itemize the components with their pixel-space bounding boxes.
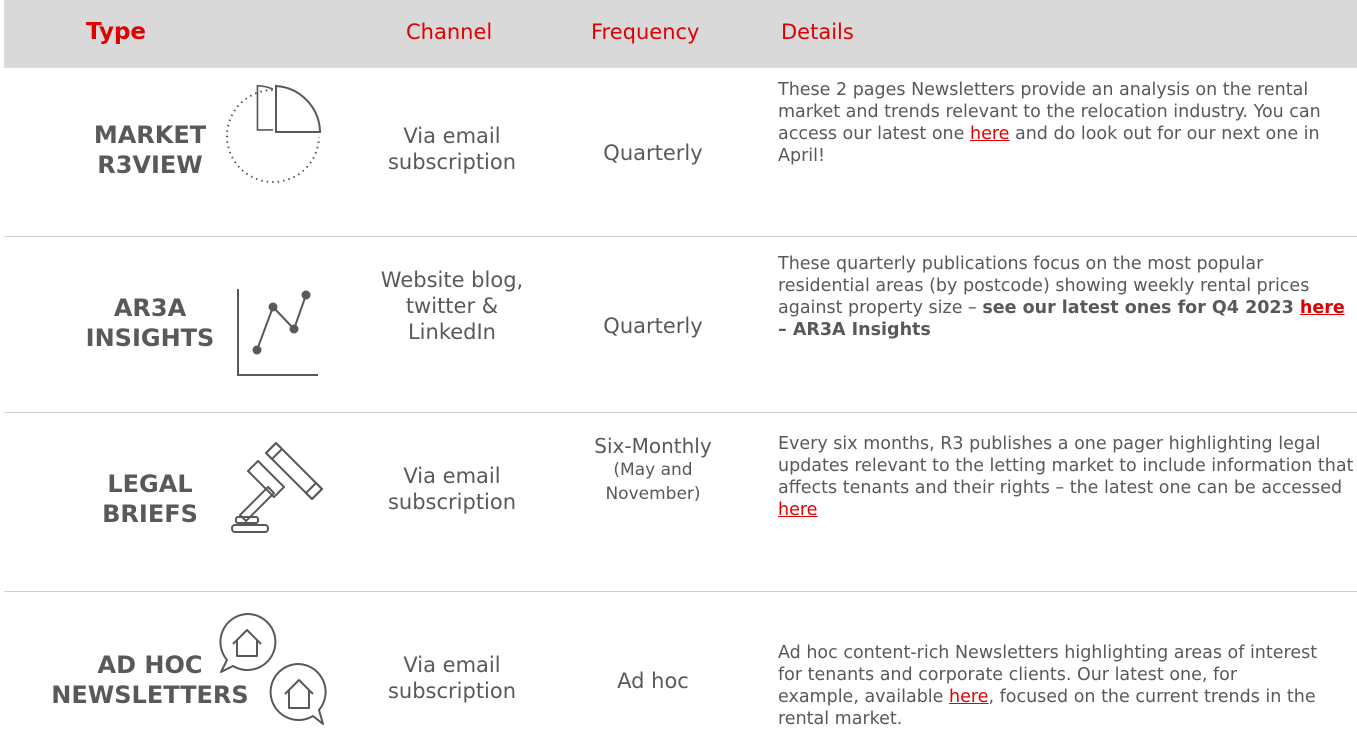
row-frequency-line: Six-Monthly — [594, 434, 712, 458]
row-channel-line: Via email — [403, 124, 501, 148]
row-frequency: Quarterly — [603, 141, 703, 165]
chat-house-icon — [217, 612, 327, 729]
row-channel-line: twitter & — [405, 294, 499, 318]
row-channel-line: subscription — [387, 150, 517, 174]
row-frequency-line: November) — [605, 484, 701, 504]
row-channel-line: Via email — [403, 653, 501, 677]
header-type: Type — [86, 19, 147, 45]
table-row: AR3A INSIGHTS Website blog, twitter & Li… — [0, 237, 1357, 412]
row-type-line: MARKET — [93, 121, 207, 149]
row-frequency: Six-Monthly (May and November) — [568, 434, 738, 506]
row-type: MARKET R3VIEW — [50, 120, 250, 180]
header-channel: Channel — [406, 20, 493, 44]
row-type: AR3A INSIGHTS — [50, 293, 250, 353]
row-channel: Via email subscription — [352, 123, 552, 175]
row-frequency: Quarterly — [603, 314, 703, 338]
table-header: Type Channel Frequency Details — [4, 0, 1357, 68]
pie-chart-icon — [222, 76, 322, 192]
row-channel-line: LinkedIn — [407, 320, 496, 344]
row-frequency: Ad hoc — [617, 669, 689, 693]
row-channel-line: subscription — [387, 490, 517, 514]
row-type-line: LEGAL — [107, 470, 193, 498]
row-channel: Via email subscription — [352, 463, 552, 515]
row-details: Every six months, R3 publishes a one pag… — [778, 433, 1357, 521]
here-link[interactable]: here — [1300, 298, 1345, 318]
header-details: Details — [781, 20, 854, 44]
gavel-icon — [228, 435, 328, 535]
line-chart-icon — [233, 287, 333, 379]
row-type-line: BRIEFS — [102, 500, 198, 528]
row-type-line: R3VIEW — [97, 151, 203, 179]
row-details: These quarterly publications focus on th… — [778, 253, 1357, 341]
here-link[interactable]: here — [949, 687, 988, 707]
row-channel-line: Via email — [403, 464, 501, 488]
details-bold-text: see our latest ones for Q4 2023 — [982, 298, 1300, 318]
table-row: LEGAL BRIEFS Via email subscription Six-… — [0, 413, 1357, 591]
row-channel: Website blog, twitter & LinkedIn — [352, 267, 552, 345]
details-text: Every six months, R3 publishes a one pag… — [778, 434, 1354, 498]
table-row: MARKET R3VIEW Via email subscription Qua… — [0, 68, 1357, 236]
here-link[interactable]: here — [970, 124, 1009, 144]
row-details: Ad hoc content-rich Newsletters highligh… — [778, 642, 1318, 729]
header-frequency: Frequency — [591, 20, 700, 44]
row-type: LEGAL BRIEFS — [50, 469, 250, 529]
row-type-line: AR3A — [113, 294, 187, 322]
row-channel-line: subscription — [387, 679, 517, 703]
row-type-line: INSIGHTS — [85, 324, 215, 352]
row-channel: Via email subscription — [352, 652, 552, 704]
details-bold-text: – AR3A Insights — [778, 320, 931, 340]
table-row: AD HOC NEWSLETTERS Via email subscriptio… — [0, 592, 1357, 729]
row-frequency-line: (May and — [613, 460, 693, 480]
here-link[interactable]: here — [778, 500, 817, 520]
row-channel-line: Website blog, — [380, 268, 524, 292]
row-details: These 2 pages Newsletters provide an ana… — [778, 79, 1348, 167]
